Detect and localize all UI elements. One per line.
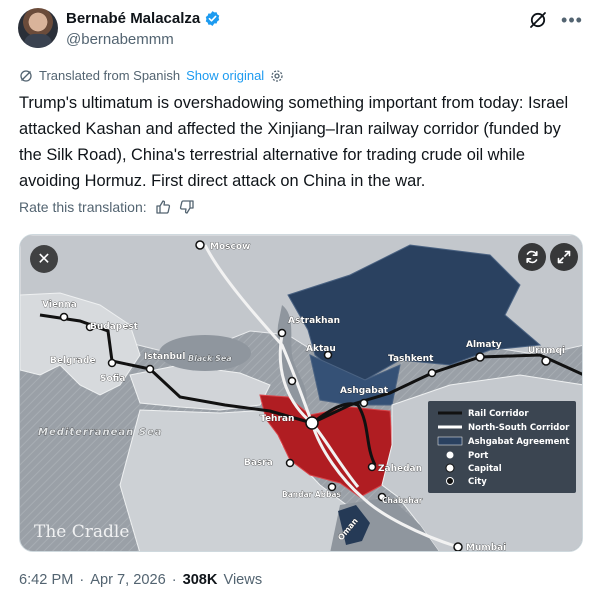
label-vienna: Vienna	[42, 300, 77, 310]
thumbs-down-icon[interactable]	[179, 199, 195, 215]
label-mediterranean: Mediterranean Sea	[38, 427, 162, 438]
legend-port-swatch	[446, 451, 454, 459]
label-urumqi: Urumqi	[528, 346, 565, 356]
label-budapest: Budapest	[90, 322, 139, 332]
label-belgrade: Belgrade	[50, 356, 96, 366]
legend-capital-label: Capital	[468, 464, 502, 474]
tweet-media-map[interactable]: Moscow Vienna Budapest Belgrade Sofia Is…	[19, 234, 583, 552]
expand-icon	[557, 250, 571, 264]
avatar[interactable]	[18, 8, 58, 48]
rate-translation-label: Rate this translation:	[19, 199, 147, 215]
label-moscow: Moscow	[210, 242, 250, 252]
more-button[interactable]: •••	[561, 10, 583, 30]
legend-north-south-label: North-South Corridor	[468, 423, 570, 433]
label-aktau: Aktau	[306, 344, 336, 354]
label-almaty: Almaty	[466, 340, 502, 350]
footer-separator: ·	[79, 572, 85, 588]
legend-ashgabat-label: Ashgabat Agreement	[468, 437, 569, 447]
translation-banner: Translated from Spanish Show original	[19, 68, 284, 83]
label-sofia: Sofia	[100, 374, 125, 384]
views-count[interactable]: 308K	[183, 572, 218, 588]
corridor-map: Moscow Vienna Budapest Belgrade Sofia Is…	[20, 235, 582, 552]
label-zahedan: Zahedan	[378, 464, 422, 474]
label-tehran: Tehran	[260, 414, 294, 424]
translated-label: Translated from Spanish	[39, 68, 181, 83]
tweet-footer: 6:42 PM · Apr 7, 2026 · 308K Views	[19, 572, 262, 588]
tweet-date[interactable]: Apr 7, 2026	[90, 572, 165, 588]
tweet-top-actions: •••	[528, 10, 582, 30]
watermark-the-cradle: The Cradle	[34, 522, 129, 542]
legend-capital-swatch	[445, 463, 455, 473]
tweet: Bernabé Malacalza @bernabemmm ••• Transl…	[0, 0, 602, 598]
tweet-time[interactable]: 6:42 PM	[19, 572, 73, 588]
grok-button[interactable]	[528, 10, 548, 30]
footer-separator-2: ·	[171, 572, 177, 588]
verified-badge-icon	[206, 11, 220, 26]
rate-translation-row: Rate this translation:	[19, 199, 195, 215]
map-legend: Rail Corridor North-South Corridor Ashga…	[428, 401, 576, 493]
views-label: Views	[223, 572, 263, 588]
label-black-sea: Black Sea	[188, 354, 232, 363]
tweet-text: Trump's ultimatum is overshadowing somet…	[19, 94, 569, 190]
label-ashgabat: Ashgabat	[340, 386, 389, 396]
legend-city-swatch	[446, 477, 454, 485]
label-basra: Basra	[244, 458, 273, 468]
label-istanbul: Istanbul	[144, 352, 185, 362]
translate-icon	[20, 69, 32, 82]
label-astrakhan: Astrakhan	[288, 316, 340, 326]
gear-icon[interactable]	[270, 69, 284, 83]
grok-icon	[530, 12, 546, 28]
thumbs-up-icon[interactable]	[155, 199, 171, 215]
legend-rail-label: Rail Corridor	[468, 409, 529, 419]
refresh-button[interactable]	[518, 243, 546, 271]
legend-ashgabat-swatch	[437, 436, 463, 446]
close-icon[interactable]: ✕	[30, 245, 58, 273]
label-mumbai: Mumbai	[466, 543, 506, 552]
label-chabahar: Chabahar	[382, 496, 423, 505]
more-dots-icon: •••	[561, 10, 583, 30]
show-original-link[interactable]: Show original	[186, 68, 264, 83]
expand-button[interactable]	[550, 243, 578, 271]
legend-port-label: Port	[468, 451, 488, 461]
refresh-icon	[526, 250, 538, 264]
author-display-name[interactable]: Bernabé Malacalza	[66, 10, 200, 27]
label-tashkent: Tashkent	[388, 354, 434, 364]
author-handle[interactable]: @bernabemmm	[66, 31, 174, 48]
legend-city-label: City	[468, 477, 487, 487]
author-name-row: Bernabé Malacalza	[66, 10, 221, 27]
label-bandar-abbas: Bandar Abbas	[282, 490, 341, 499]
